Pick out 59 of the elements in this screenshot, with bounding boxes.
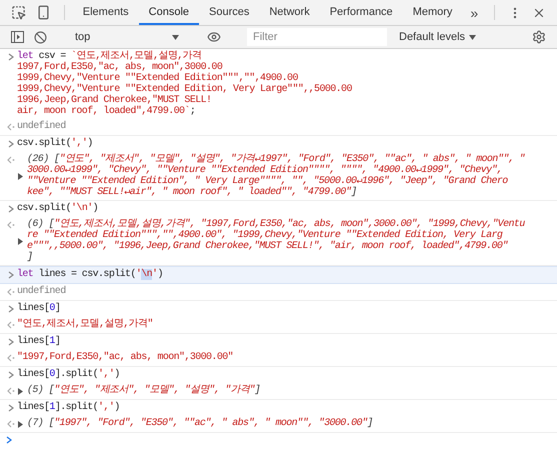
expand-triangle-icon[interactable] bbox=[17, 238, 24, 244]
prompt-chevron-icon bbox=[8, 338, 14, 346]
code-line: lines[1] bbox=[17, 336, 60, 347]
output-line: (7) ["1997", "Ford", "E350", ""ac", " abs", " moon"", "3000.00"] bbox=[27, 418, 373, 429]
output-line: "1997,Ford,E350,"ac, abs, moon",3000.00" bbox=[17, 352, 234, 363]
result-arrow-icon bbox=[7, 387, 15, 395]
prompt-chevron-icon bbox=[8, 271, 14, 279]
code-line: lines[1].split(',') bbox=[17, 402, 120, 413]
prompt-chevron-icon bbox=[8, 205, 14, 213]
result-arrow-icon bbox=[7, 321, 15, 329]
input-prompt-icon bbox=[6, 436, 12, 444]
code-line: 1997,Ford,E350,"ac, abs, moon",3000.00 bbox=[17, 62, 222, 73]
result-arrow-icon bbox=[7, 221, 15, 229]
result-arrow-icon bbox=[7, 288, 15, 296]
code-line: 1996,Jeep,Grand Cherokee,"MUST SELL! bbox=[17, 95, 212, 106]
code-line: lines[0].split(',') bbox=[17, 369, 120, 380]
result-arrow-icon bbox=[7, 420, 15, 428]
code-line: lines[0] bbox=[17, 303, 60, 314]
output-line: ""Venture ""Extended Edition", " Very Large"""", "", "5000.00↵1996", "Jeep", "Grand Chero bbox=[27, 176, 509, 187]
panel-tab[interactable]: Performance bbox=[320, 0, 403, 25]
prompt-chevron-icon bbox=[8, 53, 14, 61]
output-line: (6) ["연도,제조서,모델,설명,가격", "1997,Ford,E350,"ac, abs, moon",3000.00", "1999,Chevy,"Ventu bbox=[27, 219, 525, 230]
expand-triangle-icon[interactable] bbox=[17, 420, 24, 428]
output-line: undefined bbox=[17, 121, 66, 132]
code-line: 1999,Chevy,"Venture ""Extended Edition, Very Large""",,5000.00 bbox=[17, 84, 352, 95]
caret-icon bbox=[469, 34, 476, 40]
caret-icon bbox=[172, 34, 179, 40]
output-line: e""",,5000.00", "1996,Jeep,Grand Cherokee,"MUST SELL!", "air, moon roof, loaded",4799.00" bbox=[27, 241, 509, 252]
result-arrow-icon bbox=[7, 156, 15, 164]
panel-tab[interactable]: Sources bbox=[199, 0, 260, 25]
prompt-chevron-icon bbox=[8, 371, 14, 379]
output-line: "연도,제조서,모델,설명,가격" bbox=[17, 319, 153, 330]
code-line: let csv = `연도,제조서,모델,설명,가격 bbox=[17, 51, 202, 62]
code-line: csv.split('\n') bbox=[17, 203, 98, 214]
panel-tab[interactable]: Network bbox=[259, 0, 320, 25]
filter-field[interactable]: Filter bbox=[247, 28, 387, 46]
code-line: 1999,Chevy,"Venture ""Extended Edition""","",4900.00 bbox=[17, 73, 298, 84]
expand-triangle-icon[interactable] bbox=[17, 388, 24, 394]
output-line: 3000.00↵1999", "Chevy", ""Venture ""Extended Edition"""", """", "4900.00↵1999", "Chevy", bbox=[27, 165, 502, 176]
output-line: (26) ["연도", "제조서", "모델", "설명", "가격↵1997", "Ford", "E350", ""ac", " abs", " moon"", " bbox=[27, 154, 525, 165]
result-arrow-icon bbox=[7, 123, 15, 131]
code-line: csv.split(',') bbox=[17, 138, 93, 149]
code-line: air, moon roof, loaded",4799.00`; bbox=[17, 106, 196, 117]
output-line: re ""Extended Edition""","",4900.00", "1999,Chevy,"Venture ""Extended Edition, Very Larg bbox=[27, 230, 502, 241]
panel-tab[interactable]: Memory bbox=[402, 0, 462, 25]
context-select[interactable]: top bbox=[69, 28, 185, 46]
prompt-chevron-icon bbox=[8, 305, 14, 313]
prompt-chevron-icon bbox=[8, 140, 14, 148]
result-arrow-icon bbox=[7, 354, 15, 362]
output-line: undefined bbox=[17, 286, 66, 297]
output-line: ] bbox=[27, 252, 34, 263]
code-line: let lines = csv.split('\n') bbox=[17, 269, 163, 280]
panel-tab[interactable]: Elements bbox=[72, 0, 139, 25]
more-tabs-button[interactable]: » bbox=[462, 0, 486, 25]
output-line: kee", ""MUST SELL!↵air", " moon roof", " loaded"", "4799.00"] bbox=[27, 187, 358, 198]
levels-dropdown[interactable]: Default levels bbox=[393, 30, 482, 44]
expand-triangle-icon[interactable] bbox=[17, 172, 24, 180]
prompt-chevron-icon bbox=[8, 404, 14, 412]
output-line: (5) ["연도", "제조서", "모델", "설명", "가격"] bbox=[27, 385, 260, 396]
